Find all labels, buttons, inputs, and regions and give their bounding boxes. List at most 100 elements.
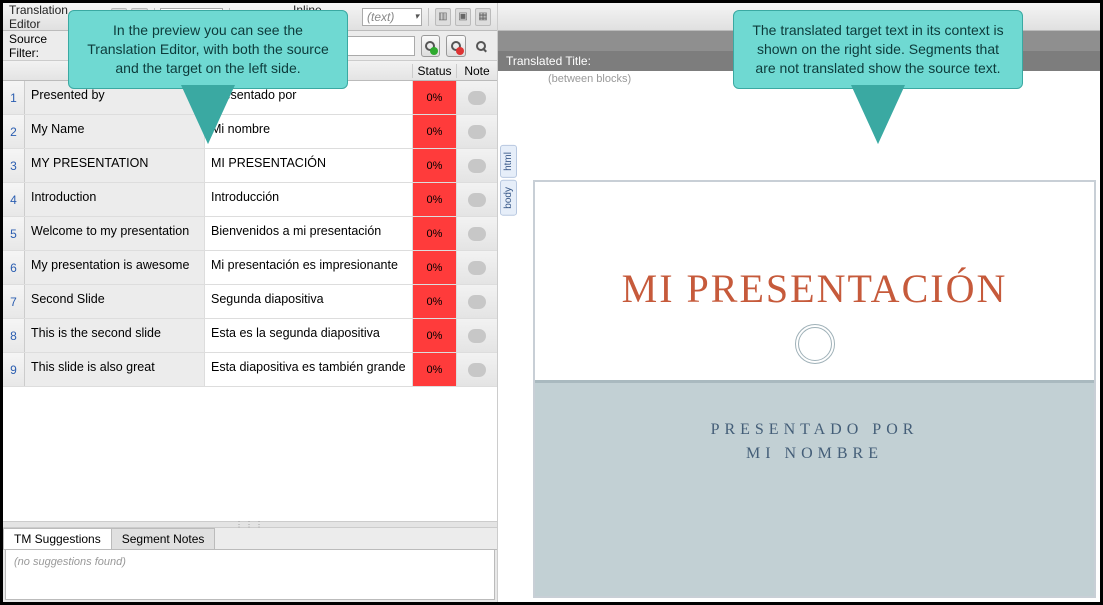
search-exclude-button[interactable]: [446, 35, 466, 57]
target-cell[interactable]: MI PRESENTACIÓN: [205, 149, 413, 182]
row-number: 8: [3, 319, 25, 352]
target-cell[interactable]: Esta es la segunda diapositiva: [205, 319, 413, 352]
note-cell[interactable]: [457, 319, 497, 352]
structure-tabs: html body: [500, 145, 517, 216]
source-cell[interactable]: This is the second slide: [25, 319, 205, 352]
status-cell: 0%: [413, 183, 457, 216]
row-number: 9: [3, 353, 25, 386]
source-cell[interactable]: Welcome to my presentation: [25, 217, 205, 250]
include-dot-icon: [430, 47, 438, 55]
source-cell[interactable]: My presentation is awesome: [25, 251, 205, 284]
source-cell[interactable]: This slide is also great: [25, 353, 205, 386]
note-bubble-icon: [468, 125, 486, 139]
source-cell[interactable]: Second Slide: [25, 285, 205, 318]
status-cell: 0%: [413, 353, 457, 386]
col-status: Status: [413, 64, 457, 78]
note-cell[interactable]: [457, 217, 497, 250]
note-cell[interactable]: [457, 115, 497, 148]
note-bubble-icon: [468, 193, 486, 207]
slide-title: MI PRESENTACIÓN: [622, 265, 1008, 312]
note-cell[interactable]: [457, 183, 497, 216]
row-number: 3: [3, 149, 25, 182]
target-cell[interactable]: Mi nombre: [205, 115, 413, 148]
target-cell[interactable]: Esta diapositiva es también grande: [205, 353, 413, 386]
status-cell: 0%: [413, 319, 457, 352]
presenter-name-text: MI NOMBRE: [746, 445, 883, 463]
row-number: 5: [3, 217, 25, 250]
segment-row[interactable]: 3MY PRESENTATIONMI PRESENTACIÓN0%: [3, 149, 497, 183]
col-note: Note: [457, 64, 497, 78]
row-number: 7: [3, 285, 25, 318]
segment-row[interactable]: 2My NameMi nombre0%: [3, 115, 497, 149]
source-cell[interactable]: My Name: [25, 115, 205, 148]
callout-right: The translated target text in its contex…: [733, 10, 1023, 89]
slide-top: MI PRESENTACIÓN: [535, 182, 1094, 382]
tab-tm-suggestions[interactable]: TM Suggestions: [3, 528, 112, 549]
no-suggestions-text: (no suggestions found): [14, 556, 126, 568]
note-cell[interactable]: [457, 149, 497, 182]
row-number: 1: [3, 81, 25, 114]
note-cell[interactable]: [457, 353, 497, 386]
target-cell[interactable]: Segunda diapositiva: [205, 285, 413, 318]
bottom-tabstrip: TM Suggestions Segment Notes: [3, 528, 497, 550]
status-cell: 0%: [413, 251, 457, 284]
note-bubble-icon: [468, 329, 486, 343]
segment-row[interactable]: 5Welcome to my presentationBienvenidos a…: [3, 217, 497, 251]
row-number: 2: [3, 115, 25, 148]
tab-segment-notes[interactable]: Segment Notes: [111, 528, 216, 549]
status-cell: 0%: [413, 115, 457, 148]
target-cell[interactable]: Introducción: [205, 183, 413, 216]
status-cell: 0%: [413, 285, 457, 318]
status-cell: 0%: [413, 217, 457, 250]
status-cell: 0%: [413, 81, 457, 114]
note-bubble-icon: [468, 363, 486, 377]
structure-tab-html[interactable]: html: [500, 145, 517, 178]
source-filter-label: Source Filter:: [9, 32, 72, 60]
exclude-dot-icon: [456, 47, 464, 55]
slide-bottom: PRESENTADO POR MI NOMBRE: [535, 380, 1094, 596]
segment-row[interactable]: 7Second SlideSegunda diapositiva0%: [3, 285, 497, 319]
toolbar-button[interactable]: ▣: [455, 8, 471, 26]
segment-row[interactable]: 6My presentation is awesomeMi presentaci…: [3, 251, 497, 285]
callout-left-text: In the preview you can see the Translati…: [87, 22, 329, 76]
structure-tab-body[interactable]: body: [500, 180, 517, 216]
slide-preview: MI PRESENTACIÓN PRESENTADO POR MI NOMBRE: [533, 180, 1096, 598]
segment-row[interactable]: 8This is the second slideEsta es la segu…: [3, 319, 497, 353]
note-bubble-icon: [468, 159, 486, 173]
row-number: 6: [3, 251, 25, 284]
callout-tail-icon: [182, 86, 234, 144]
status-cell: 0%: [413, 149, 457, 182]
note-cell[interactable]: [457, 81, 497, 114]
search-include-button[interactable]: [421, 35, 441, 57]
segment-grid[interactable]: 1Presented byPresentado por0%2My NameMi …: [3, 81, 497, 521]
callout-tail-icon: [852, 86, 904, 144]
target-cell[interactable]: Mi presentación es impresionante: [205, 251, 413, 284]
ornament-ring-icon: [795, 324, 835, 364]
note-cell[interactable]: [457, 251, 497, 284]
source-cell[interactable]: MY PRESENTATION: [25, 149, 205, 182]
note-bubble-icon: [468, 91, 486, 105]
preview-stage: html body MI PRESENTACIÓN PRESENTADO POR…: [498, 85, 1100, 602]
preview-panel: Transla Translated Title: (between block…: [498, 3, 1100, 602]
row-number: 4: [3, 183, 25, 216]
separator: [428, 8, 429, 26]
translation-editor-panel: Translation Editor i ▤ ▦ Progress Inline…: [3, 3, 498, 602]
magnifier-icon: [476, 41, 486, 51]
toolbar-button[interactable]: ▥: [435, 8, 451, 26]
segment-row[interactable]: 9This slide is also greatEsta diapositiv…: [3, 353, 497, 387]
note-bubble-icon: [468, 227, 486, 241]
callout-right-text: The translated target text in its contex…: [752, 22, 1003, 76]
toolbar-button[interactable]: ▦: [475, 8, 491, 26]
target-cell[interactable]: Bienvenidos a mi presentación: [205, 217, 413, 250]
splitter-handle[interactable]: ⋮⋮⋮: [3, 521, 497, 528]
note-cell[interactable]: [457, 285, 497, 318]
tm-suggestions-pane: (no suggestions found): [5, 550, 495, 600]
callout-left: In the preview you can see the Translati…: [68, 10, 348, 89]
note-bubble-icon: [468, 295, 486, 309]
inline-styles-dropdown[interactable]: (text): [362, 8, 422, 26]
source-cell[interactable]: Introduction: [25, 183, 205, 216]
search-button[interactable]: [472, 35, 491, 57]
note-bubble-icon: [468, 261, 486, 275]
segment-row[interactable]: 4IntroductionIntroducción0%: [3, 183, 497, 217]
presented-by-text: PRESENTADO POR: [711, 421, 919, 439]
